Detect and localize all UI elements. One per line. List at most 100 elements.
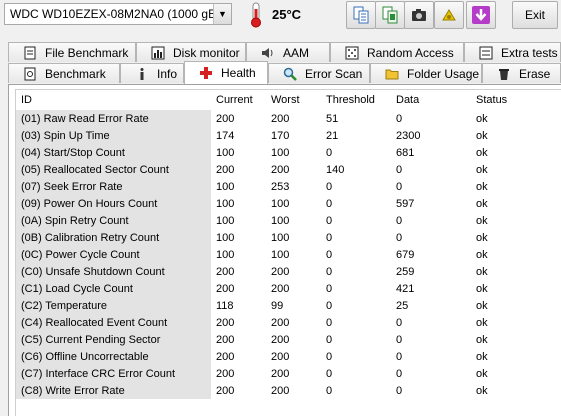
worst-value: 200 bbox=[271, 163, 290, 176]
table-row[interactable]: (C8) Write Error Rate 200 200 0 0 ok bbox=[16, 382, 561, 399]
worst-value: 200 bbox=[271, 112, 290, 125]
tab-folder-usage[interactable]: Folder Usage bbox=[370, 63, 482, 83]
tab-disk-monitor[interactable]: Disk monitor bbox=[136, 42, 246, 62]
worst-value: 200 bbox=[271, 282, 290, 295]
attribute-id: (C6) Offline Uncorrectable bbox=[16, 348, 211, 365]
worst-value: 100 bbox=[271, 248, 290, 261]
attribute-id: (04) Start/Stop Count bbox=[16, 144, 211, 161]
table-row[interactable]: (C5) Current Pending Sector 200 200 0 0 ok bbox=[16, 331, 561, 348]
attribute-id: (07) Seek Error Rate bbox=[16, 178, 211, 195]
table-row[interactable]: (0A) Spin Retry Count 100 100 0 0 ok bbox=[16, 212, 561, 229]
smart-table-container: ID Current Worst Threshold Data Status (… bbox=[15, 89, 561, 416]
raw-data-value: 0 bbox=[396, 333, 403, 346]
tab-aam[interactable]: AAM bbox=[246, 42, 330, 62]
drive-select[interactable]: WDC WD10EZEX-08M2NA0 (1000 gB) ▼ bbox=[4, 3, 232, 25]
table-row[interactable]: (0C) Power Cycle Count 100 100 0 679 ok bbox=[16, 246, 561, 263]
table-row[interactable]: (C7) Interface CRC Error Count 200 200 0 0 ok bbox=[16, 365, 561, 382]
attribute-id: (01) Raw Read Error Rate bbox=[16, 110, 211, 127]
worst-value: 200 bbox=[271, 265, 290, 278]
tab-erase[interactable]: Erase bbox=[482, 63, 561, 83]
copy-text-button[interactable] bbox=[346, 1, 376, 29]
table-row[interactable]: (01) Raw Read Error Rate 200 200 51 0 ok bbox=[16, 110, 561, 127]
column-header-status[interactable]: Status bbox=[471, 90, 561, 110]
status-value: ok bbox=[476, 163, 488, 176]
attribute-id: (C4) Reallocated Event Count bbox=[16, 314, 211, 331]
tab-label: Disk monitor bbox=[173, 45, 240, 60]
attribute-id: (C5) Current Pending Sector bbox=[16, 331, 211, 348]
tab-health[interactable]: Health bbox=[184, 61, 268, 84]
status-value: ok bbox=[476, 248, 488, 261]
current-value: 174 bbox=[216, 129, 235, 142]
table-header-row: ID Current Worst Threshold Data Status bbox=[16, 90, 561, 110]
drive-select-value: WDC WD10EZEX-08M2NA0 (1000 gB) bbox=[10, 7, 221, 21]
table-row[interactable]: (04) Start/Stop Count 100 100 0 681 ok bbox=[16, 144, 561, 161]
worst-value: 100 bbox=[271, 197, 290, 210]
current-value: 200 bbox=[216, 384, 235, 397]
copy-to-clipboard-button[interactable] bbox=[375, 1, 405, 29]
current-value: 200 bbox=[216, 265, 235, 278]
attribute-id: (05) Reallocated Sector Count bbox=[16, 161, 211, 178]
table-row[interactable]: (09) Power On Hours Count 100 100 0 597 ok bbox=[16, 195, 561, 212]
current-value: 118 bbox=[216, 299, 234, 312]
table-row[interactable]: (03) Spin Up Time 174 170 21 2300 ok bbox=[16, 127, 561, 144]
threshold-value: 21 bbox=[326, 129, 339, 142]
column-header-threshold[interactable]: Threshold bbox=[321, 90, 391, 110]
download-button[interactable] bbox=[466, 1, 496, 29]
threshold-value: 0 bbox=[326, 350, 333, 363]
status-value: ok bbox=[476, 146, 488, 159]
health-cross-icon bbox=[200, 67, 212, 79]
tab-error-scan[interactable]: Error Scan bbox=[268, 63, 370, 83]
trash-icon bbox=[499, 68, 509, 80]
table-row[interactable]: (05) Reallocated Sector Count 200 200 140 0 o… bbox=[16, 161, 561, 178]
status-value: ok bbox=[476, 231, 488, 244]
screenshot-button[interactable] bbox=[404, 1, 434, 29]
current-value: 200 bbox=[216, 282, 235, 295]
table-row[interactable]: (C6) Offline Uncorrectable 200 200 0 0 ok bbox=[16, 348, 561, 365]
worst-value: 170 bbox=[271, 129, 290, 142]
table-row[interactable]: (C4) Reallocated Event Count 200 200 0 0 ok bbox=[16, 314, 561, 331]
status-value: ok bbox=[476, 180, 488, 193]
download-arrow-icon bbox=[472, 6, 490, 24]
attribute-id: (03) Spin Up Time bbox=[16, 127, 211, 144]
thermometer-icon bbox=[251, 2, 261, 28]
exit-button[interactable]: Exit bbox=[512, 1, 558, 29]
chevron-down-icon[interactable]: ▼ bbox=[213, 4, 231, 24]
table-row[interactable]: (C0) Unsafe Shutdown Count 200 200 0 259 ok bbox=[16, 263, 561, 280]
raw-data-value: 0 bbox=[396, 214, 403, 227]
tab-label: Erase bbox=[519, 66, 551, 81]
status-value: ok bbox=[476, 129, 488, 142]
folder-icon bbox=[385, 69, 399, 79]
disk-monitor-chart-icon bbox=[151, 46, 165, 59]
current-value: 100 bbox=[216, 146, 235, 159]
tab-random-access[interactable]: Random Access bbox=[330, 42, 464, 62]
table-row[interactable]: (C2) Temperature 118 99 0 25 ok bbox=[16, 297, 561, 314]
tab-label: Extra tests bbox=[501, 45, 558, 60]
tab-info[interactable]: Info bbox=[120, 63, 184, 83]
column-header-id[interactable]: ID bbox=[16, 90, 211, 110]
tab-file-benchmark[interactable]: File Benchmark bbox=[8, 42, 136, 62]
current-value: 200 bbox=[216, 333, 235, 346]
temperature-readout: 25°C bbox=[272, 7, 302, 22]
worst-value: 200 bbox=[271, 367, 290, 380]
column-header-current[interactable]: Current bbox=[211, 90, 266, 110]
raw-data-value: 0 bbox=[396, 180, 403, 193]
magnifier-icon bbox=[283, 67, 297, 81]
raw-data-value: 0 bbox=[396, 384, 403, 397]
raw-data-value: 597 bbox=[396, 197, 415, 210]
usb-tool-button[interactable] bbox=[434, 1, 464, 29]
tab-extra-tests[interactable]: Extra tests bbox=[464, 42, 561, 62]
column-header-data[interactable]: Data bbox=[391, 90, 471, 110]
table-row[interactable]: (C1) Load Cycle Count 200 200 0 421 ok bbox=[16, 280, 561, 297]
table-row[interactable]: (0B) Calibration Retry Count 100 100 0 0 ok bbox=[16, 229, 561, 246]
smart-table: ID Current Worst Threshold Data Status (… bbox=[16, 90, 561, 399]
worst-value: 100 bbox=[271, 231, 290, 244]
status-value: ok bbox=[476, 214, 488, 227]
column-header-worst[interactable]: Worst bbox=[266, 90, 321, 110]
tab-benchmark[interactable]: Benchmark bbox=[8, 63, 120, 83]
worst-value: 99 bbox=[271, 299, 284, 312]
worst-value: 200 bbox=[271, 333, 290, 346]
attribute-id: (C8) Write Error Rate bbox=[16, 382, 211, 399]
raw-data-value: 25 bbox=[396, 299, 409, 312]
status-value: ok bbox=[476, 112, 488, 125]
table-row[interactable]: (07) Seek Error Rate 100 253 0 0 ok bbox=[16, 178, 561, 195]
